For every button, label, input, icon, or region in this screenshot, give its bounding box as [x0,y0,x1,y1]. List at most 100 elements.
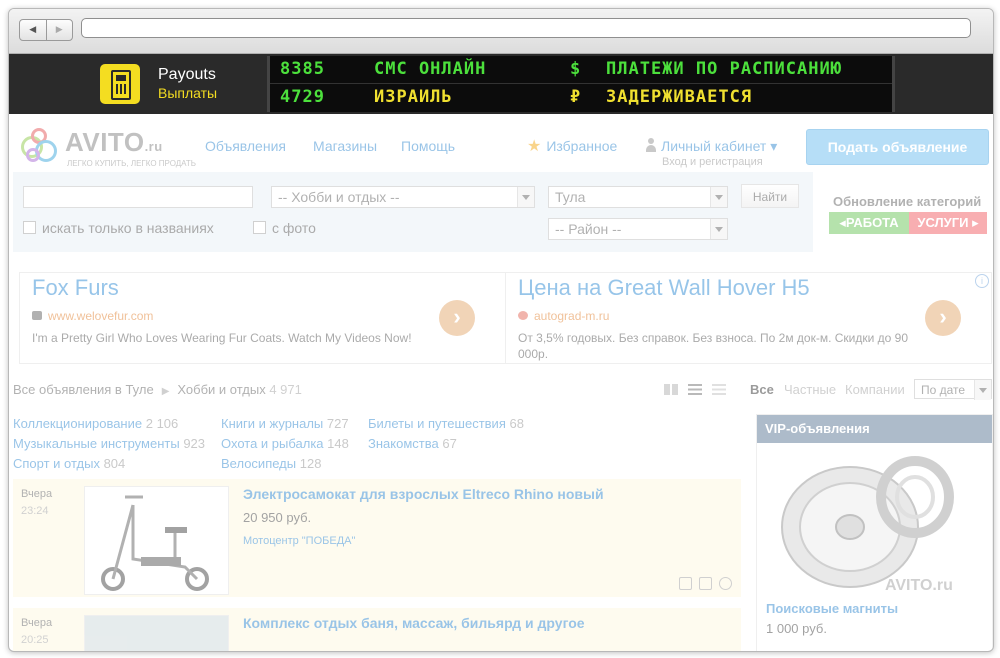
compact-view-icon[interactable] [712,384,726,395]
board-word: ИЗРАИЛЬ [374,87,453,107]
ad-great-wall[interactable]: Цена на Great Wall Hover H5 autograd-m.r… [506,273,991,363]
magnet-image[interactable]: AVITO.ru [765,445,985,595]
item-time: 23:24 [21,505,49,517]
vip-header: VIP-объявления [757,415,992,443]
chevron-right-icon: ▶ [161,386,170,397]
forward-arrow-icon[interactable]: ▶ [47,20,73,40]
subcategory-link[interactable]: Книги и журналы 727 [221,416,349,431]
post-ad-button[interactable]: Подать объявление [806,129,989,165]
sort-select[interactable]: По дате [914,379,992,400]
vip-ads: VIP-объявления AVITO.ru Поисковые магнит… [756,414,993,651]
ad-fox-furs[interactable]: Fox Furs www.welovefur.com I'm a Pretty … [20,273,506,363]
item-price: 20 950 руб. [243,510,312,525]
board-status: ЗАДЕРЖИВАЕТСЯ [606,87,753,107]
logo-text: AVITO.ru [65,127,163,157]
filter-all[interactable]: Все [750,382,774,397]
banner-brand: Payouts [158,66,216,83]
breadcrumb: Все объявления в Туле ▶ Хобби и отдых 4 97… [13,382,302,397]
subcategory-link[interactable]: Спорт и отдых 804 [13,456,125,471]
breadcrumb-current: Хобби и отдых [177,382,266,397]
with-photo-checkbox[interactable]: с фото [253,220,316,236]
city-select[interactable]: Тула [548,186,728,208]
item-title[interactable]: Комплекс отдых баня, массаж, бильярд и д… [243,615,585,631]
document-icon [699,577,712,590]
chevron-down-icon [517,187,534,207]
subcategory-link[interactable]: Знакомства 67 [368,436,457,451]
eye-icon [518,311,528,320]
search-panel: -- Хобби и отдых -- Тула Найти искать то… [13,172,813,252]
ad-url[interactable]: www.welovefur.com [32,309,153,323]
checkbox-icon [253,221,266,234]
arrow-right-icon[interactable]: › [925,300,961,336]
subcategory-link[interactable]: Велосипеды 128 [221,456,321,471]
work-update-button[interactable]: ◂РАБОТА [829,212,909,234]
category-updates-title: Обновление категорий [833,194,982,209]
avito-page: AVITO.ru ЛЕГКО КУПИТЬ, ЛЕГКО ПРОДАТЬ Объ… [9,114,993,651]
departure-board: 8385 СМС ОНЛАЙН $ ПЛАТЕЖИ ПО РАСПИСАНИЮ … [267,56,895,112]
subcategory-link[interactable]: Коллекционирование 2 106 [13,416,178,431]
list-item[interactable]: Вчера 23:24 Электросамокат для взрослых … [13,479,741,597]
board-number: 8385 [280,59,325,79]
scooter-image [101,495,209,591]
star-icon: ★ [527,138,542,155]
banner-brand-ru: Выплаты [158,85,218,101]
info-icon[interactable]: i [975,274,989,288]
browser-window: ◀ ▶ Payouts Выплаты 8385 СМС ОНЛАЙН $ ПЛ… [8,8,994,652]
subcategory-link[interactable]: Охота и рыбалка 148 [221,436,349,451]
nav-ads[interactable]: Объявления [205,138,286,154]
services-update-button[interactable]: УСЛУГИ ▸ [909,212,987,234]
ad-block: Fox Furs www.welovefur.com I'm a Pretty … [19,272,992,364]
search-input[interactable] [23,186,253,208]
board-currency: ₽ [570,87,582,107]
board-status: ПЛАТЕЖИ ПО РАСПИСАНИЮ [606,59,842,79]
board-currency: $ [570,59,582,79]
ad-url[interactable]: autograd-m.ru [518,309,609,323]
nav-shops[interactable]: Магазины [313,138,377,154]
cabinet-link[interactable]: Личный кабинет ▾ [646,138,777,155]
checkbox-icon [23,221,36,234]
arrow-right-icon[interactable]: › [439,300,475,336]
district-select[interactable]: -- Район -- [548,218,728,240]
ad-text: От 3,5% годовых. Без справок. Без взноса… [518,331,909,361]
avito-rings-icon [21,128,61,166]
login-register-link[interactable]: Вход и регистрация [662,156,763,168]
find-button[interactable]: Найти [741,184,799,208]
address-bar[interactable] [81,18,971,38]
item-date: Вчера [21,488,53,500]
logo-tagline: ЛЕГКО КУПИТЬ, ЛЕГКО ПРОДАТЬ [67,159,197,168]
item-title[interactable]: Электросамокат для взрослых Eltreco Rhin… [243,486,604,502]
person-icon [646,138,656,152]
back-arrow-icon[interactable]: ◀ [20,20,47,40]
filter-private[interactable]: Частные [784,382,836,397]
ad-title[interactable]: Цена на Great Wall Hover H5 [518,275,810,301]
favorites-link[interactable]: ★ Избранное [527,136,617,156]
subcategory-link[interactable]: Музыкальные инструменты 923 [13,436,205,451]
item-photo[interactable] [84,615,229,651]
board-row: 8385 СМС ОНЛАЙН $ ПЛАТЕЖИ ПО РАСПИСАНИЮ [280,58,880,80]
filter-companies[interactable]: Компании [845,382,905,397]
board-number: 4729 [280,87,325,107]
ad-text: I'm a Pretty Girl Who Loves Wearing Fur … [32,331,412,345]
payouts-banner[interactable]: Payouts Выплаты 8385 СМС ОНЛАЙН $ ПЛАТЕЖ… [9,54,993,114]
item-seller[interactable]: Мотоцентр "ПОБЕДА" [243,535,355,547]
breadcrumb-root[interactable]: Все объявления в Туле [13,382,154,397]
grid-view-icon[interactable] [664,384,678,395]
category-select[interactable]: -- Хобби и отдых -- [271,186,535,208]
chevron-down-icon [974,380,991,400]
nav-buttons: ◀ ▶ [19,19,73,41]
payment-terminal-icon [100,64,140,104]
ad-title[interactable]: Fox Furs [32,275,119,301]
board-word: СМС ОНЛАЙН [374,59,487,79]
phone-icon [679,577,692,590]
subcategory-link[interactable]: Билеты и путешествия 68 [368,416,524,431]
shop-icon [32,311,42,320]
list-item[interactable]: Вчера 20:25 Комплекс отдых баня, массаж,… [13,608,741,651]
nav-help[interactable]: Помощь [401,138,455,154]
chevron-down-icon [710,187,727,207]
only-titles-checkbox[interactable]: искать только в названиях [23,220,214,236]
vip-title[interactable]: Поисковые магниты [766,601,898,616]
vip-price: 1 000 руб. [766,621,827,636]
list-view-icon[interactable] [688,384,702,395]
breadcrumb-count: 4 971 [269,382,302,397]
item-photo[interactable] [84,486,229,595]
